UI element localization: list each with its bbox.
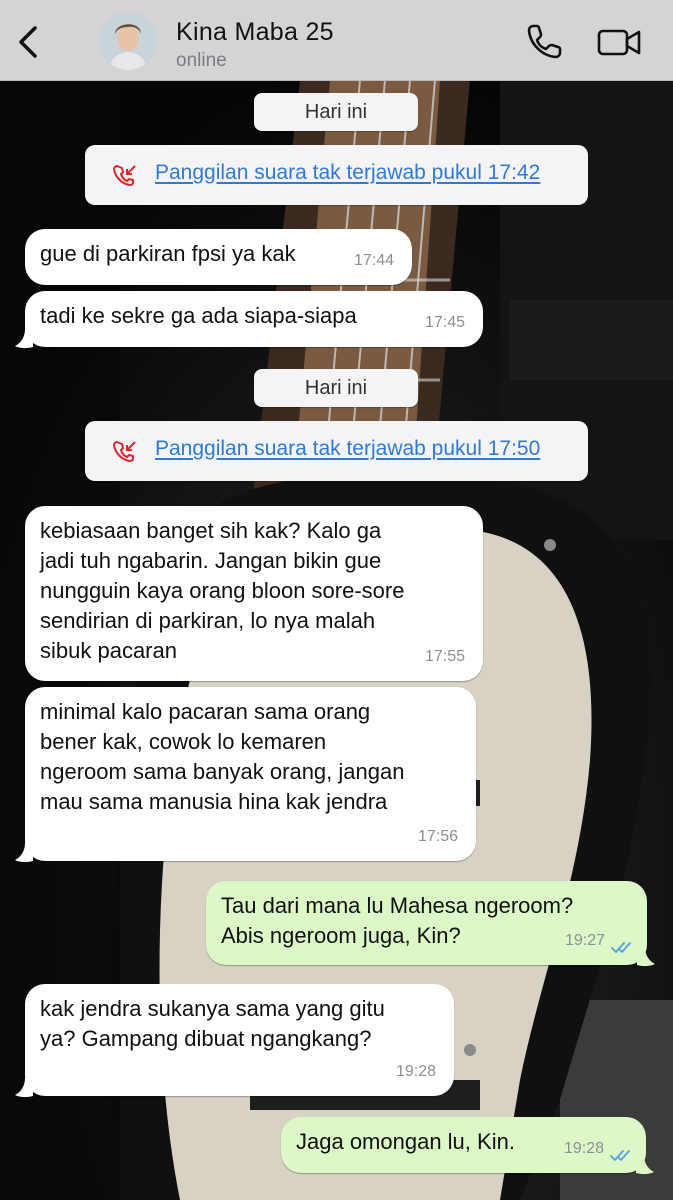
missed-call-icon [113,441,136,462]
chevron-left-icon [19,26,37,58]
message-time: 17:44 [353,252,394,269]
message-text: gue di parkiran fpsi ya kak [40,241,296,266]
bubble-tail [637,947,655,967]
message-time: 19:27 [564,932,605,949]
video-camera-icon [597,29,641,56]
contact-name[interactable]: Kina Maba 25 [176,18,334,47]
incoming-message[interactable]: kebiasaan banget sih kak? Kalo ga jadi t… [25,506,483,681]
double-check-icon [610,1150,630,1161]
voice-call-button[interactable] [524,22,564,62]
double-check-icon [611,942,631,953]
bubble-tail [15,329,33,349]
bubble-tail [15,1078,33,1098]
missed-call-notice[interactable]: Panggilan suara tak terjawab pukul 17:42 [85,145,588,205]
bubble-tail [15,843,33,863]
video-call-button[interactable] [596,24,642,60]
message-text: minimal kalo pacaran sama orang bener ka… [40,699,405,814]
missed-call-icon [113,165,136,186]
incoming-message[interactable]: minimal kalo pacaran sama orang bener ka… [25,687,476,861]
message-time: 19:28 [563,1140,604,1157]
date-separator: Hari ini [254,369,418,407]
message-time: 17:56 [417,828,458,845]
contact-photo [99,12,157,70]
message-time: 17:45 [424,314,465,331]
outgoing-message[interactable]: Jaga omongan lu, Kin. 19:28 [281,1117,646,1173]
outgoing-message[interactable]: Tau dari mana lu Mahesa ngeroom? Abis ng… [206,881,647,965]
contact-status: online [176,50,227,71]
message-text: kak jendra sukanya sama yang gitu ya? Ga… [40,996,385,1051]
bubble-tail [636,1155,654,1175]
message-text: tadi ke sekre ga ada siapa-siapa [40,303,357,328]
missed-call-text[interactable]: Panggilan suara tak terjawab pukul 17:42 [155,161,540,185]
missed-call-notice[interactable]: Panggilan suara tak terjawab pukul 17:50 [85,421,588,481]
avatar[interactable] [99,12,157,70]
back-button[interactable] [10,22,46,62]
message-time: 19:28 [395,1063,436,1080]
missed-call-text[interactable]: Panggilan suara tak terjawab pukul 17:50 [155,437,540,461]
message-text: kebiasaan banget sih kak? Kalo ga jadi t… [40,518,405,663]
message-time: 17:55 [424,648,465,665]
phone-icon [527,24,562,59]
incoming-message[interactable]: gue di parkiran fpsi ya kak 17:44 [25,229,412,285]
message-list: Hari ini Panggilan suara tak terjawab pu… [0,0,673,1200]
incoming-message[interactable]: tadi ke sekre ga ada siapa-siapa 17:45 [25,291,483,347]
incoming-message[interactable]: kak jendra sukanya sama yang gitu ya? Ga… [25,984,454,1096]
chat-header: Kina Maba 25 online [0,0,673,81]
date-separator: Hari ini [254,93,418,131]
